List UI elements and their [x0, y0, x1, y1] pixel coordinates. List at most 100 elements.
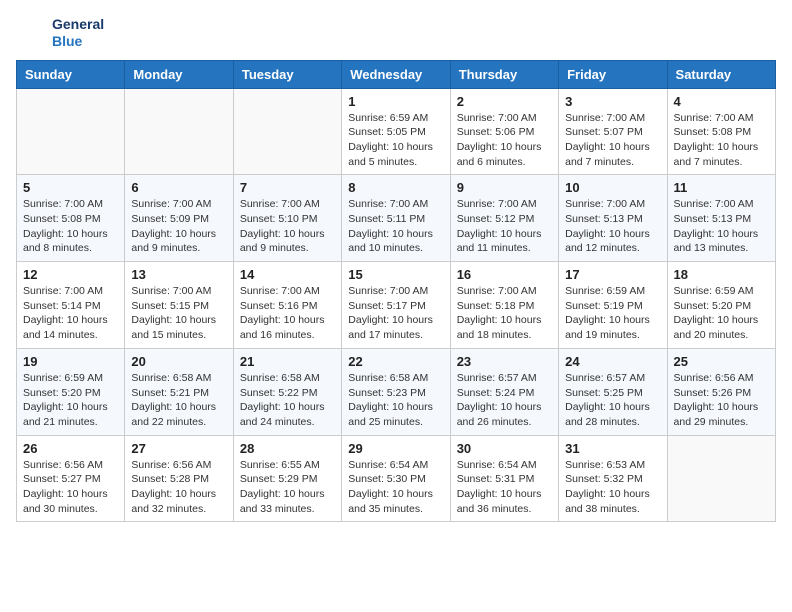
- calendar-cell: 29 Sunrise: 6:54 AM Sunset: 5:30 PM Dayli…: [342, 435, 450, 522]
- weekday-header-tuesday: Tuesday: [233, 60, 341, 88]
- calendar-cell: 3 Sunrise: 7:00 AM Sunset: 5:07 PM Daylig…: [559, 88, 667, 175]
- day-info: Sunrise: 6:58 AM Sunset: 5:21 PM Dayligh…: [131, 371, 226, 430]
- calendar-cell: 2 Sunrise: 7:00 AM Sunset: 5:06 PM Daylig…: [450, 88, 558, 175]
- day-number: 18: [674, 267, 769, 282]
- calendar-cell: 10 Sunrise: 7:00 AM Sunset: 5:13 PM Dayli…: [559, 175, 667, 262]
- day-info: Sunrise: 6:58 AM Sunset: 5:23 PM Dayligh…: [348, 371, 443, 430]
- calendar-cell: 8 Sunrise: 7:00 AM Sunset: 5:11 PM Daylig…: [342, 175, 450, 262]
- calendar-cell: [667, 435, 775, 522]
- day-info: Sunrise: 6:59 AM Sunset: 5:19 PM Dayligh…: [565, 284, 660, 343]
- day-number: 12: [23, 267, 118, 282]
- day-number: 14: [240, 267, 335, 282]
- logo-line2: Blue: [52, 33, 104, 50]
- day-number: 25: [674, 354, 769, 369]
- day-number: 27: [131, 441, 226, 456]
- day-info: Sunrise: 7:00 AM Sunset: 5:12 PM Dayligh…: [457, 197, 552, 256]
- day-info: Sunrise: 7:00 AM Sunset: 5:06 PM Dayligh…: [457, 111, 552, 170]
- day-info: Sunrise: 6:59 AM Sunset: 5:20 PM Dayligh…: [674, 284, 769, 343]
- day-number: 1: [348, 94, 443, 109]
- weekday-header-saturday: Saturday: [667, 60, 775, 88]
- day-number: 24: [565, 354, 660, 369]
- day-info: Sunrise: 7:00 AM Sunset: 5:17 PM Dayligh…: [348, 284, 443, 343]
- weekday-header-wednesday: Wednesday: [342, 60, 450, 88]
- day-info: Sunrise: 6:55 AM Sunset: 5:29 PM Dayligh…: [240, 458, 335, 517]
- calendar-cell: 27 Sunrise: 6:56 AM Sunset: 5:28 PM Dayli…: [125, 435, 233, 522]
- day-number: 31: [565, 441, 660, 456]
- calendar-cell: 24 Sunrise: 6:57 AM Sunset: 5:25 PM Dayli…: [559, 348, 667, 435]
- logo-text: General Blue: [52, 16, 104, 50]
- day-number: 9: [457, 180, 552, 195]
- calendar-cell: 25 Sunrise: 6:56 AM Sunset: 5:26 PM Dayli…: [667, 348, 775, 435]
- calendar-cell: 11Sunrise: 7:00 AM Sunset: 5:13 PM Dayli…: [667, 175, 775, 262]
- day-number: 23: [457, 354, 552, 369]
- day-info: Sunrise: 6:56 AM Sunset: 5:28 PM Dayligh…: [131, 458, 226, 517]
- weekday-header-thursday: Thursday: [450, 60, 558, 88]
- day-number: 2: [457, 94, 552, 109]
- day-number: 22: [348, 354, 443, 369]
- calendar-cell: 20 Sunrise: 6:58 AM Sunset: 5:21 PM Dayli…: [125, 348, 233, 435]
- calendar-week-row: 19Sunrise: 6:59 AM Sunset: 5:20 PM Dayli…: [17, 348, 776, 435]
- calendar-cell: 5 Sunrise: 7:00 AM Sunset: 5:08 PM Daylig…: [17, 175, 125, 262]
- calendar-week-row: 12 Sunrise: 7:00 AM Sunset: 5:14 PM Dayli…: [17, 262, 776, 349]
- day-info: Sunrise: 7:00 AM Sunset: 5:07 PM Dayligh…: [565, 111, 660, 170]
- calendar-cell: 6Sunrise: 7:00 AM Sunset: 5:09 PM Daylig…: [125, 175, 233, 262]
- day-info: Sunrise: 6:56 AM Sunset: 5:26 PM Dayligh…: [674, 371, 769, 430]
- day-info: Sunrise: 6:54 AM Sunset: 5:31 PM Dayligh…: [457, 458, 552, 517]
- day-number: 26: [23, 441, 118, 456]
- day-info: Sunrise: 7:00 AM Sunset: 5:11 PM Dayligh…: [348, 197, 443, 256]
- day-info: Sunrise: 6:53 AM Sunset: 5:32 PM Dayligh…: [565, 458, 660, 517]
- day-info: Sunrise: 6:57 AM Sunset: 5:24 PM Dayligh…: [457, 371, 552, 430]
- calendar-cell: 7 Sunrise: 7:00 AM Sunset: 5:10 PM Daylig…: [233, 175, 341, 262]
- calendar-cell: 15 Sunrise: 7:00 AM Sunset: 5:17 PM Dayli…: [342, 262, 450, 349]
- weekday-header-row: SundayMondayTuesdayWednesdayThursdayFrid…: [17, 60, 776, 88]
- day-info: Sunrise: 7:00 AM Sunset: 5:14 PM Dayligh…: [23, 284, 118, 343]
- day-number: 5: [23, 180, 118, 195]
- day-info: Sunrise: 7:00 AM Sunset: 5:08 PM Dayligh…: [23, 197, 118, 256]
- day-number: 3: [565, 94, 660, 109]
- day-info: Sunrise: 6:58 AM Sunset: 5:22 PM Dayligh…: [240, 371, 335, 430]
- day-number: 21: [240, 354, 335, 369]
- calendar-cell: 21 Sunrise: 6:58 AM Sunset: 5:22 PM Dayli…: [233, 348, 341, 435]
- calendar-week-row: 5 Sunrise: 7:00 AM Sunset: 5:08 PM Daylig…: [17, 175, 776, 262]
- day-info: Sunrise: 7:00 AM Sunset: 5:10 PM Dayligh…: [240, 197, 335, 256]
- day-info: Sunrise: 7:00 AM Sunset: 5:08 PM Dayligh…: [674, 111, 769, 170]
- calendar-table: SundayMondayTuesdayWednesdayThursdayFrid…: [16, 60, 776, 523]
- logo-svg: [16, 17, 48, 49]
- calendar-cell: 12 Sunrise: 7:00 AM Sunset: 5:14 PM Dayli…: [17, 262, 125, 349]
- day-info: Sunrise: 6:59 AM Sunset: 5:20 PM Dayligh…: [23, 371, 118, 430]
- day-number: 30: [457, 441, 552, 456]
- logo: General Blue: [16, 16, 104, 50]
- calendar-cell: [17, 88, 125, 175]
- day-info: Sunrise: 7:00 AM Sunset: 5:13 PM Dayligh…: [565, 197, 660, 256]
- calendar-cell: [125, 88, 233, 175]
- day-number: 20: [131, 354, 226, 369]
- day-number: 28: [240, 441, 335, 456]
- day-number: 15: [348, 267, 443, 282]
- calendar-week-row: 26 Sunrise: 6:56 AM Sunset: 5:27 PM Dayli…: [17, 435, 776, 522]
- day-info: Sunrise: 6:56 AM Sunset: 5:27 PM Dayligh…: [23, 458, 118, 517]
- calendar-cell: 17 Sunrise: 6:59 AM Sunset: 5:19 PM Dayli…: [559, 262, 667, 349]
- day-number: 10: [565, 180, 660, 195]
- calendar-cell: 4 Sunrise: 7:00 AM Sunset: 5:08 PM Daylig…: [667, 88, 775, 175]
- calendar-cell: 23 Sunrise: 6:57 AM Sunset: 5:24 PM Dayli…: [450, 348, 558, 435]
- day-number: 17: [565, 267, 660, 282]
- day-number: 8: [348, 180, 443, 195]
- day-number: 29: [348, 441, 443, 456]
- day-number: 4: [674, 94, 769, 109]
- weekday-header-friday: Friday: [559, 60, 667, 88]
- page-header: General Blue: [16, 16, 776, 50]
- calendar-cell: 26 Sunrise: 6:56 AM Sunset: 5:27 PM Dayli…: [17, 435, 125, 522]
- day-number: 13: [131, 267, 226, 282]
- day-info: Sunrise: 6:54 AM Sunset: 5:30 PM Dayligh…: [348, 458, 443, 517]
- calendar-cell: 18 Sunrise: 6:59 AM Sunset: 5:20 PM Dayli…: [667, 262, 775, 349]
- weekday-header-sunday: Sunday: [17, 60, 125, 88]
- calendar-cell: 22 Sunrise: 6:58 AM Sunset: 5:23 PM Dayli…: [342, 348, 450, 435]
- day-info: Sunrise: 7:00 AM Sunset: 5:18 PM Dayligh…: [457, 284, 552, 343]
- calendar-cell: 19Sunrise: 6:59 AM Sunset: 5:20 PM Dayli…: [17, 348, 125, 435]
- calendar-week-row: 1Sunrise: 6:59 AM Sunset: 5:05 PM Daylig…: [17, 88, 776, 175]
- day-number: 11: [674, 180, 769, 195]
- day-info: Sunrise: 6:57 AM Sunset: 5:25 PM Dayligh…: [565, 371, 660, 430]
- day-number: 7: [240, 180, 335, 195]
- day-info: Sunrise: 7:00 AM Sunset: 5:16 PM Dayligh…: [240, 284, 335, 343]
- calendar-cell: 31 Sunrise: 6:53 AM Sunset: 5:32 PM Dayli…: [559, 435, 667, 522]
